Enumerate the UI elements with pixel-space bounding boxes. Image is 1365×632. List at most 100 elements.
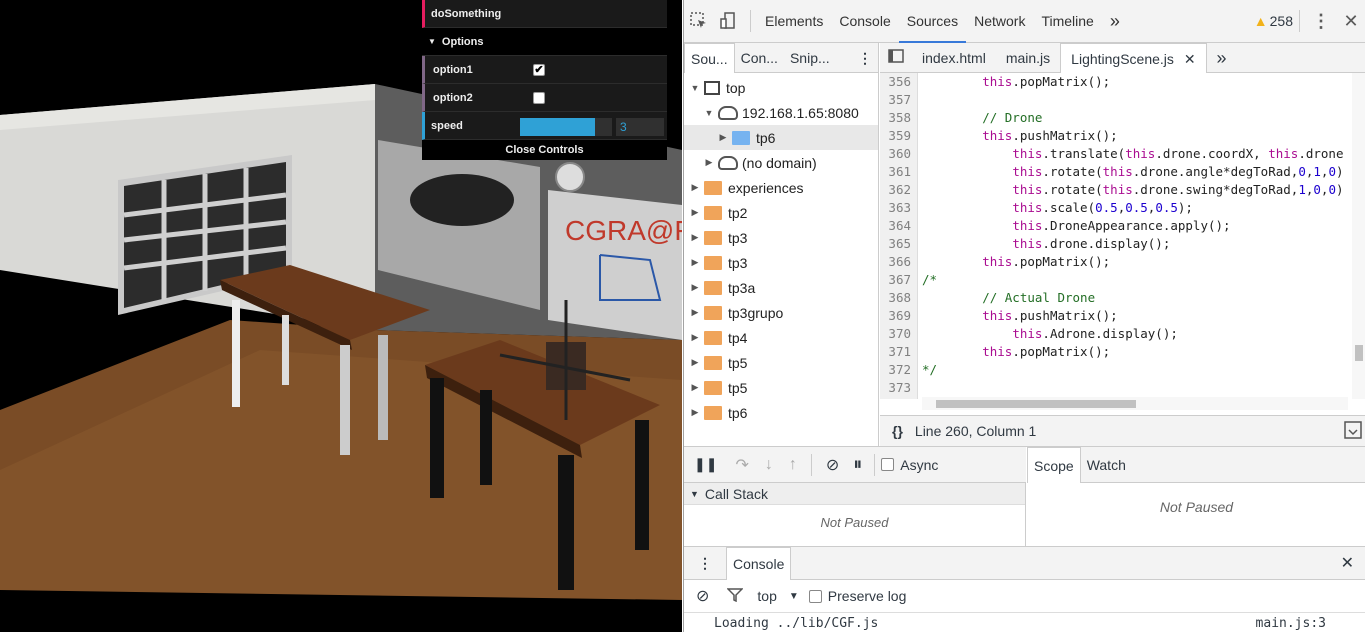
context-dropdown-icon[interactable]: ▼ (785, 591, 809, 602)
warning-counter[interactable]: ▲ 258 (1254, 13, 1293, 29)
tab-snippets[interactable]: Snip... (784, 43, 836, 73)
tab-timeline[interactable]: Timeline (1033, 0, 1101, 43)
line-number[interactable]: 366 (880, 253, 918, 271)
deactivate-breakpoints-icon[interactable]: ⊘ (818, 455, 847, 475)
tree-node-folder[interactable]: ▶ tp4 (684, 325, 878, 350)
code-line[interactable]: 373 (880, 379, 1350, 397)
code-line[interactable]: 362 this.rotate(this.drone.swing*degToRa… (880, 181, 1350, 199)
vertical-scrollbar[interactable] (1352, 73, 1365, 399)
tree-node-folder[interactable]: ▶ tp3 (684, 250, 878, 275)
tab-index-html[interactable]: index.html (912, 43, 996, 73)
code-line[interactable]: 370 this.Adrone.display(); (880, 325, 1350, 343)
line-number[interactable]: 370 (880, 325, 918, 343)
code-lines[interactable]: 356 this.popMatrix(); 357 358 // Drone 359 … (880, 73, 1350, 399)
line-number[interactable]: 373 (880, 379, 918, 397)
code-line[interactable]: 368 // Actual Drone (880, 289, 1350, 307)
tree-node-host[interactable]: ▼ 192.168.1.65:8080 (684, 100, 878, 125)
tree-node-top[interactable]: ▼ top (684, 75, 878, 100)
line-number[interactable]: 374 (880, 397, 918, 399)
tree-node-folder[interactable]: ▶ tp5 (684, 375, 878, 400)
code-line[interactable]: 357 (880, 91, 1350, 109)
tree-node-no-domain[interactable]: ▶ (no domain) (684, 150, 878, 175)
do-something-button[interactable]: doSomething (422, 0, 667, 28)
tree-node-tp6-open[interactable]: ▶ tp6 (684, 125, 878, 150)
drawer-menu-icon[interactable]: ⋮ (684, 555, 726, 572)
more-tabs-icon[interactable]: » (1102, 0, 1128, 43)
code-line[interactable]: 365 this.drone.display(); (880, 235, 1350, 253)
pretty-print-button[interactable]: {} (880, 423, 915, 439)
code-line[interactable]: 363 this.scale(0.5,0.5,0.5); (880, 199, 1350, 217)
tab-console-drawer[interactable]: Console (726, 546, 792, 580)
code-line[interactable]: 372 */ (880, 361, 1350, 379)
toggle-navigator-icon[interactable] (880, 43, 912, 73)
tree-node-folder[interactable]: ▶ tp2 (684, 200, 878, 225)
line-number[interactable]: 365 (880, 235, 918, 253)
navigator-menu-icon[interactable]: ⋮ (852, 43, 878, 73)
console-message-source[interactable]: main.js:3 (1256, 616, 1326, 631)
code-line[interactable]: 361 this.rotate(this.drone.angle*degToRa… (880, 163, 1350, 181)
line-number[interactable]: 360 (880, 145, 918, 163)
context-selector[interactable]: top (749, 588, 784, 604)
horizontal-scrollbar[interactable] (922, 397, 1348, 410)
line-number[interactable]: 372 (880, 361, 918, 379)
toggle-drawer-icon[interactable] (1344, 420, 1362, 442)
tree-node-folder[interactable]: ▶ tp3a (684, 275, 878, 300)
tab-scope[interactable]: Scope (1027, 446, 1081, 483)
line-number[interactable]: 364 (880, 217, 918, 235)
line-number[interactable]: 357 (880, 91, 918, 109)
tree-node-folder[interactable]: ▶ tp3grupo (684, 300, 878, 325)
tree-node-folder[interactable]: ▶ tp5 (684, 350, 878, 375)
close-tab-icon[interactable]: ✕ (1184, 51, 1196, 67)
tab-main-js[interactable]: main.js (996, 43, 1060, 73)
line-number[interactable]: 367 (880, 271, 918, 289)
line-number[interactable]: 368 (880, 289, 918, 307)
code-line[interactable]: 364 this.DroneAppearance.apply(); (880, 217, 1350, 235)
tree-node-folder[interactable]: ▶ tp6 (684, 400, 878, 425)
code-line[interactable]: 367 /* (880, 271, 1350, 289)
pause-on-exceptions-icon[interactable]: ⏸ (847, 454, 868, 475)
tree-node-folder[interactable]: ▶ experiences (684, 175, 878, 200)
line-number[interactable]: 358 (880, 109, 918, 127)
tab-console[interactable]: Console (831, 0, 898, 43)
line-number[interactable]: 359 (880, 127, 918, 145)
speed-slider[interactable] (520, 118, 612, 136)
code-line[interactable]: 360 this.translate(this.drone.coordX, th… (880, 145, 1350, 163)
filter-icon[interactable] (721, 587, 749, 605)
line-number[interactable]: 371 (880, 343, 918, 361)
call-stack-header[interactable]: ▼ Call Stack (684, 483, 1025, 505)
pause-icon[interactable]: ❚❚ (684, 456, 727, 473)
tab-elements[interactable]: Elements (757, 0, 831, 43)
line-number[interactable]: 361 (880, 163, 918, 181)
tab-content-scripts[interactable]: Con... (735, 43, 784, 73)
speed-input[interactable]: 3 (616, 118, 664, 136)
menu-kebab-icon[interactable]: ⋮ (1306, 6, 1336, 36)
line-number[interactable]: 356 (880, 73, 918, 91)
tree-node-folder[interactable]: ▶ tp3 (684, 225, 878, 250)
code-line[interactable]: 366 this.popMatrix(); (880, 253, 1350, 271)
line-number[interactable]: 369 (880, 307, 918, 325)
device-mode-icon[interactable] (714, 6, 744, 36)
async-checkbox[interactable] (881, 458, 895, 471)
line-number[interactable]: 362 (880, 181, 918, 199)
code-line[interactable]: 371 this.popMatrix(); (880, 343, 1350, 361)
tab-sources-nav[interactable]: Sou... (684, 42, 735, 73)
webgl-viewport[interactable]: CGRA@F doSomething ▼ Options option1 ✔ o… (0, 0, 682, 632)
close-drawer-icon[interactable]: ✕ (1329, 553, 1365, 573)
inspect-element-icon[interactable] (684, 6, 714, 36)
line-number[interactable]: 363 (880, 199, 918, 217)
step-out-icon[interactable]: ↑ (781, 456, 805, 474)
preserve-log-checkbox[interactable] (808, 589, 822, 603)
option1-checkbox[interactable]: ✔ (533, 63, 545, 76)
tab-network[interactable]: Network (966, 0, 1033, 43)
clear-console-icon[interactable]: ⊘ (684, 586, 721, 606)
options-folder-header[interactable]: ▼ Options (422, 28, 667, 56)
code-line[interactable]: 369 this.pushMatrix(); (880, 307, 1350, 325)
code-line[interactable]: 359 this.pushMatrix(); (880, 127, 1350, 145)
tab-sources[interactable]: Sources (898, 0, 967, 43)
option2-checkbox[interactable] (533, 91, 545, 104)
close-devtools-icon[interactable]: ✕ (1336, 6, 1365, 36)
more-editor-tabs-icon[interactable]: » (1207, 43, 1237, 73)
close-controls-button[interactable]: Close Controls (422, 140, 667, 160)
code-line[interactable]: 356 this.popMatrix(); (880, 73, 1350, 91)
step-over-icon[interactable]: ↷ (727, 455, 756, 475)
